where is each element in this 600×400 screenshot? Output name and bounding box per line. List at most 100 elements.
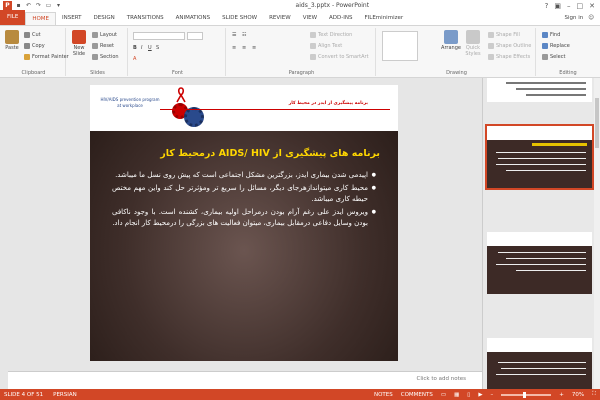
replace-button[interactable]: Replace xyxy=(542,43,570,49)
align-center-button[interactable]: ≡ xyxy=(242,45,246,51)
find-button[interactable]: Find xyxy=(542,32,560,38)
align-text-button[interactable]: Align Text xyxy=(310,43,342,49)
quick-styles-button[interactable]: Quick Styles xyxy=(462,30,484,57)
numbering-button[interactable]: ☷ xyxy=(242,32,246,38)
comments-toggle[interactable]: COMMENTS xyxy=(401,392,433,398)
maximize-button[interactable]: □ xyxy=(577,2,584,10)
thumbnail-header xyxy=(487,338,592,352)
ribbon-display-icon[interactable]: ▣ xyxy=(554,2,561,10)
slide-bullet-list[interactable]: اپیدمی شدن بیماری ایدز، بزرگترین مشکل اج… xyxy=(112,170,376,231)
tab-fileminimizer[interactable]: FILEminimizer xyxy=(358,12,409,25)
arrange-button[interactable]: Arrange xyxy=(440,30,462,51)
thumbnail-slide-5[interactable] xyxy=(487,232,592,294)
close-button[interactable]: ✕ xyxy=(589,2,595,10)
slide-thumbnail-panel: 4 5 6 xyxy=(482,78,600,389)
text-direction-button[interactable]: Text Direction xyxy=(310,32,352,38)
slide-sorter-icon[interactable]: ▦ xyxy=(454,392,459,398)
slide-title[interactable]: برنامه های پیشگیری از AIDS/ HIV درمحیط ک… xyxy=(108,148,380,159)
tab-add-ins[interactable]: ADD-INS xyxy=(323,12,358,25)
italic-button[interactable]: I xyxy=(141,45,142,51)
save-icon[interactable]: ▪ xyxy=(15,2,22,9)
smiley-icon[interactable]: ☺ xyxy=(588,12,594,25)
tab-home[interactable]: HOME xyxy=(25,12,57,25)
copy-button[interactable]: Copy xyxy=(24,43,45,49)
section-button[interactable]: Section xyxy=(92,54,119,60)
new-slide-button[interactable]: New Slide xyxy=(70,30,88,57)
customize-qat-icon[interactable]: ▾ xyxy=(55,2,62,9)
tab-insert[interactable]: INSERT xyxy=(56,12,87,25)
align-text-icon xyxy=(310,43,316,49)
reading-view-icon[interactable]: ▯ xyxy=(467,392,470,398)
tab-transitions[interactable]: TRANSITIONS xyxy=(121,12,170,25)
sign-in-link[interactable]: Sign in xyxy=(565,12,584,25)
start-slideshow-icon[interactable]: ▭ xyxy=(45,2,52,9)
tab-file[interactable]: FILE xyxy=(0,10,26,25)
convert-smartart-button[interactable]: Convert to SmartArt xyxy=(310,54,369,60)
redo-icon[interactable]: ↷ xyxy=(35,2,42,9)
undo-icon[interactable]: ↶ xyxy=(25,2,32,9)
select-button[interactable]: Select xyxy=(542,54,565,60)
collapsed-left-pane[interactable] xyxy=(0,78,8,389)
normal-view-icon[interactable]: ▭ xyxy=(441,392,446,398)
font-name-select[interactable] xyxy=(133,32,185,40)
thumbnail-text-line xyxy=(496,264,586,265)
text-direction-icon xyxy=(310,32,316,38)
ribbon-tabs: FILE HOME INSERT DESIGN TRANSITIONS ANIM… xyxy=(0,10,600,26)
thumbnail-text-line xyxy=(526,94,586,96)
slide-counter[interactable]: SLIDE 4 OF 51 xyxy=(4,392,43,398)
notes-pane[interactable]: Click to add notes xyxy=(8,371,482,389)
thumbnail-text-line xyxy=(516,270,586,271)
tab-view[interactable]: VIEW xyxy=(297,12,323,25)
powerpoint-app-icon[interactable]: P xyxy=(3,1,12,10)
thumbnail-title-bar xyxy=(532,143,587,146)
tab-design[interactable]: DESIGN xyxy=(88,12,121,25)
current-slide[interactable]: HIV/AIDS prevention program at workplace… xyxy=(90,85,398,361)
layout-button[interactable]: Layout xyxy=(92,32,117,38)
notes-toggle[interactable]: NOTES xyxy=(374,392,393,398)
zoom-slider[interactable] xyxy=(501,391,552,398)
slideshow-view-icon[interactable]: ▶ xyxy=(478,392,482,398)
tab-review[interactable]: REVIEW xyxy=(263,12,297,25)
format-painter-button[interactable]: Format Painter xyxy=(24,54,69,60)
thumbnail-scrollbar[interactable] xyxy=(594,78,600,389)
font-color-button[interactable]: A xyxy=(133,56,136,62)
minimize-button[interactable]: – xyxy=(567,2,571,10)
replace-icon xyxy=(542,43,548,49)
underline-button[interactable]: U xyxy=(148,45,152,51)
bullet-item: محیط کاری میتواندازهرجای دیگر، مسائل را … xyxy=(112,183,376,205)
thumbnail-slide-3-partial[interactable] xyxy=(487,78,592,102)
ribbon: Paste Cut Copy Format Painter Clipboard … xyxy=(0,26,600,78)
thumbnail-slide-4[interactable] xyxy=(485,124,594,190)
shape-outline-button[interactable]: Shape Outline xyxy=(488,43,531,49)
zoom-level[interactable]: 70% xyxy=(572,392,584,398)
header-rule xyxy=(160,109,390,110)
slide-editing-canvas[interactable]: HIV/AIDS prevention program at workplace… xyxy=(8,78,482,389)
aids-ribbon-icon xyxy=(176,87,186,103)
zoom-out-icon[interactable]: – xyxy=(491,392,494,398)
scrollbar-thumb[interactable] xyxy=(595,98,599,148)
align-left-button[interactable]: ≡ xyxy=(232,45,236,51)
shapes-gallery[interactable] xyxy=(382,31,418,61)
thumbnail-slide-6[interactable] xyxy=(487,338,592,389)
tab-slide-show[interactable]: SLIDE SHOW xyxy=(216,12,263,25)
align-right-button[interactable]: ≡ xyxy=(252,45,256,51)
reset-button[interactable]: Reset xyxy=(92,43,114,49)
zoom-in-icon[interactable]: + xyxy=(559,392,564,398)
new-slide-icon xyxy=(72,30,86,44)
thumbnail-text-line xyxy=(501,368,586,369)
font-size-select[interactable] xyxy=(187,32,203,40)
language-indicator[interactable]: PERSIAN xyxy=(53,392,77,398)
tab-animations[interactable]: ANIMATIONS xyxy=(170,12,217,25)
fit-slide-icon[interactable]: ⛶ xyxy=(592,391,596,398)
bold-button[interactable]: B xyxy=(133,45,137,51)
bullets-button[interactable]: ☰ xyxy=(232,32,236,38)
paste-button[interactable]: Paste xyxy=(4,30,20,51)
status-bar: SLIDE 4 OF 51 PERSIAN NOTES COMMENTS ▭ ▦… xyxy=(0,389,600,400)
help-button[interactable]: ? xyxy=(545,2,549,10)
shape-effects-button[interactable]: Shape Effects xyxy=(488,54,530,60)
shape-fill-button[interactable]: Shape Fill xyxy=(488,32,520,38)
clipboard-group-label: Clipboard xyxy=(21,70,46,76)
shadow-button[interactable]: S xyxy=(156,45,159,51)
cut-button[interactable]: Cut xyxy=(24,32,41,38)
font-group: B I U S A Font xyxy=(130,28,226,76)
